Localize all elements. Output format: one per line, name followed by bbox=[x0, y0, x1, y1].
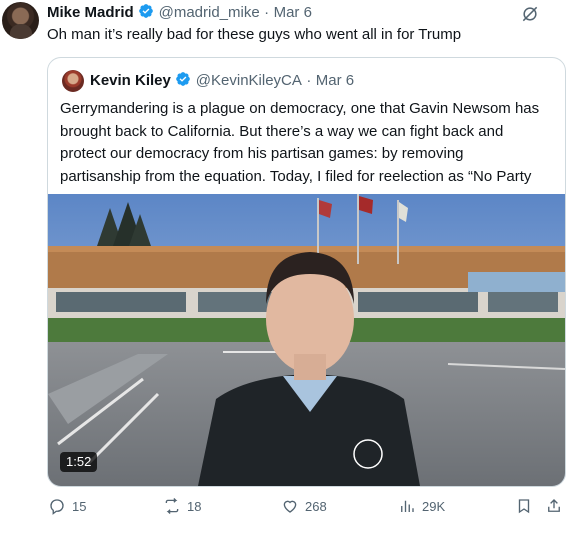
quote-date: Mar 6 bbox=[315, 72, 355, 89]
quote-text-line: brought back to California. But there’s … bbox=[60, 122, 504, 140]
quote-text-line: partisanship from the equation. Today, I… bbox=[60, 167, 532, 185]
separator-dot: · bbox=[306, 72, 312, 89]
views-count: 29K bbox=[422, 498, 446, 514]
author-name[interactable]: Mike Madrid bbox=[47, 4, 134, 21]
bookmark-button[interactable] bbox=[515, 497, 533, 515]
like-count: 268 bbox=[305, 498, 327, 514]
quote-text: Gerrymandering is a plague on democracy,… bbox=[60, 98, 556, 188]
views-icon bbox=[401, 500, 414, 512]
repost-count: 18 bbox=[187, 498, 202, 514]
quote-author-avatar bbox=[62, 70, 84, 92]
repost-button[interactable]: 18 bbox=[163, 497, 201, 515]
tweet-header: Mike Madrid @madrid_mike · Mar 6 bbox=[47, 3, 312, 22]
reply-count: 15 bbox=[72, 498, 87, 514]
quote-author-name: Kevin Kiley bbox=[90, 72, 171, 89]
bookmark-icon bbox=[518, 499, 530, 514]
like-icon bbox=[283, 500, 297, 513]
quote-text-line: protect our democracy from his partisan … bbox=[60, 145, 464, 162]
separator-dot: · bbox=[264, 4, 270, 21]
views-button[interactable]: 29K bbox=[398, 497, 445, 515]
author-handle[interactable]: @madrid_mike bbox=[159, 4, 260, 21]
verified-badge-icon bbox=[138, 3, 154, 19]
author-avatar[interactable] bbox=[2, 2, 39, 39]
like-button[interactable]: 268 bbox=[281, 497, 327, 515]
share-icon bbox=[548, 499, 560, 512]
verified-badge-icon bbox=[175, 71, 191, 87]
repost-icon bbox=[165, 498, 179, 514]
tweet-text: Oh man it’s really bad for these guys wh… bbox=[47, 26, 462, 43]
video-player[interactable] bbox=[48, 194, 565, 486]
quoted-tweet-card[interactable]: Kevin Kiley @KevinKileyCA · Mar 6 Gerrym… bbox=[47, 57, 566, 487]
video-frame bbox=[48, 194, 565, 486]
reply-icon bbox=[50, 499, 64, 515]
tweet-date[interactable]: Mar 6 bbox=[274, 4, 312, 21]
video-duration: 1:52 bbox=[60, 452, 98, 472]
share-button[interactable] bbox=[545, 497, 563, 515]
quote-header: Kevin Kiley @KevinKileyCA · Mar 6 bbox=[90, 71, 354, 90]
quote-author-handle: @KevinKileyCA bbox=[195, 72, 302, 89]
quote-text-line: Gerrymandering is a plague on democracy,… bbox=[60, 100, 540, 117]
reply-button[interactable]: 15 bbox=[48, 497, 86, 515]
